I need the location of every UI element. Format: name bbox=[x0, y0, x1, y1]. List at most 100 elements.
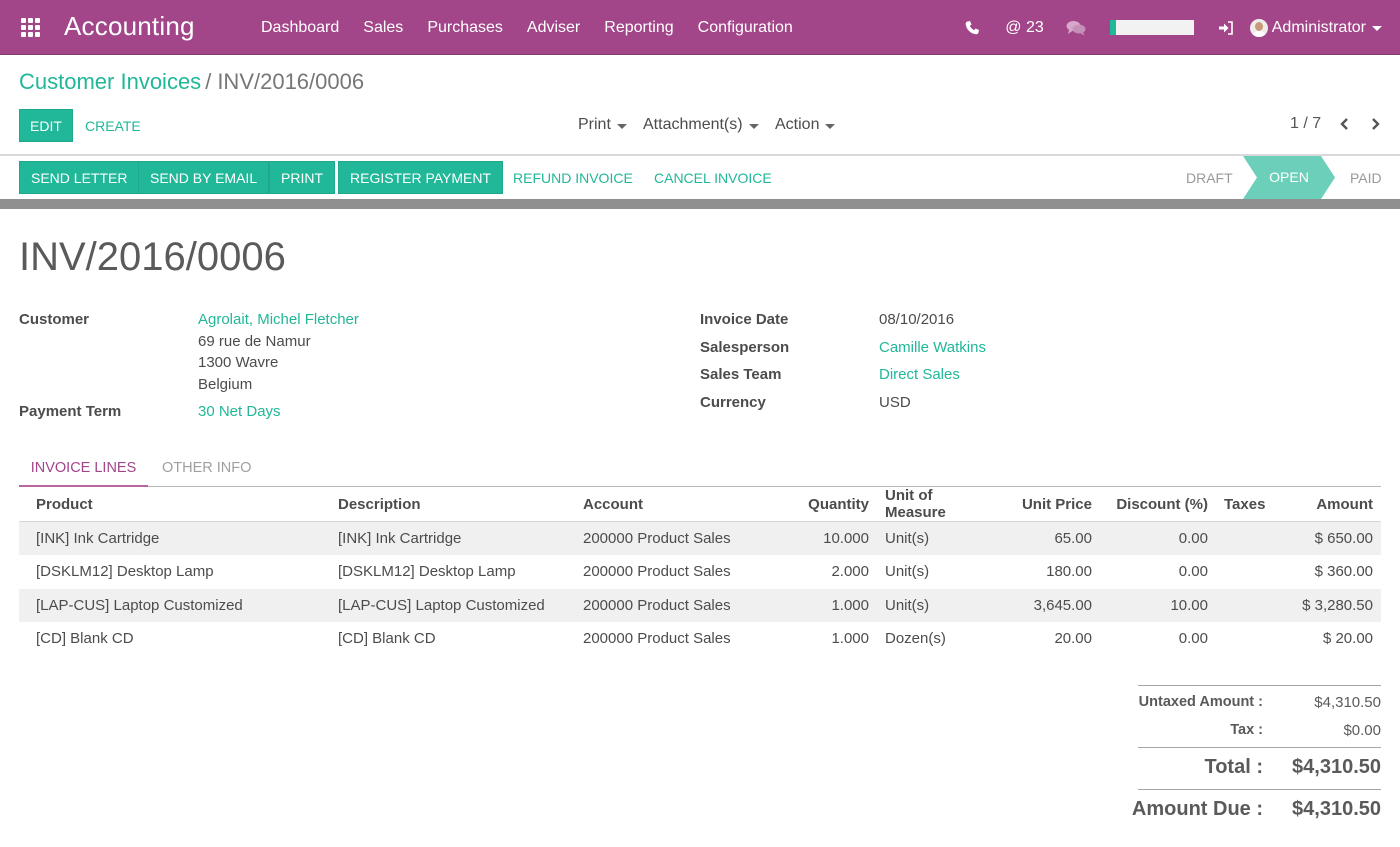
print-button[interactable]: Print bbox=[269, 161, 335, 194]
action-dropdown[interactable]: Action bbox=[775, 116, 836, 134]
column-header-description[interactable]: Description bbox=[330, 487, 575, 522]
table-row[interactable]: [CD] Blank CD [CD] Blank CD 200000 Produ… bbox=[19, 622, 1381, 656]
status-open: Open bbox=[1243, 156, 1335, 199]
status-open-label: Open bbox=[1269, 169, 1309, 185]
cell-unit-of-measure: Unit(s) bbox=[885, 530, 930, 547]
invoice-date-value: 08/10/2016 bbox=[879, 311, 955, 328]
column-header-amount[interactable]: Amount bbox=[1288, 487, 1381, 522]
column-header-account[interactable]: Account bbox=[575, 487, 775, 522]
phone-button[interactable] bbox=[964, 20, 1005, 36]
apps-menu-icon[interactable] bbox=[21, 18, 40, 37]
attachments-dropdown[interactable]: Attachment(s) bbox=[643, 116, 759, 134]
pager-value[interactable]: 1 / 7 bbox=[1290, 115, 1321, 133]
payment-term-link[interactable]: 30 Net Days bbox=[198, 403, 281, 420]
tab-invoice-lines[interactable]: Invoice Lines bbox=[19, 460, 148, 487]
chat-icon bbox=[1066, 20, 1086, 35]
create-button[interactable]: Create bbox=[85, 109, 141, 142]
sales-team-link[interactable]: Direct Sales bbox=[879, 366, 960, 383]
login-button[interactable] bbox=[1218, 20, 1250, 36]
chevron-down-icon bbox=[1372, 26, 1382, 31]
user-name: Administrator bbox=[1271, 18, 1366, 36]
cell-discount: 0.00 bbox=[1178, 530, 1208, 547]
cell-account: 200000 Product Sales bbox=[583, 530, 731, 547]
systray: @ 23 Administrator bbox=[964, 0, 1400, 55]
cell-product: [LAP-CUS] Laptop Customized bbox=[36, 596, 243, 614]
menu-reporting[interactable]: Reporting bbox=[592, 0, 685, 55]
breadcrumb-current: INV/2016/0006 bbox=[217, 69, 365, 94]
total-value: $4,310.50 bbox=[1292, 756, 1381, 778]
cell-amount: $ 20.00 bbox=[1322, 630, 1373, 648]
column-header-unit-of-measure[interactable]: Unit of Measure bbox=[877, 487, 1003, 522]
cell-quantity: 1.000 bbox=[831, 596, 869, 614]
table-row[interactable]: [INK] Ink Cartridge [INK] Ink Cartridge … bbox=[19, 521, 1381, 555]
send-letter-button[interactable]: Send Letter bbox=[19, 161, 140, 194]
chevron-left-icon bbox=[1340, 118, 1348, 130]
phone-icon bbox=[965, 20, 980, 34]
payment-term-label: Payment Term bbox=[19, 403, 122, 420]
mentions-counter[interactable]: @ 23 bbox=[1005, 19, 1043, 37]
table-header-row: Product Description Account Quantity Uni… bbox=[19, 487, 1381, 522]
salesperson-label: Salesperson bbox=[700, 339, 790, 356]
table-row[interactable]: [LAP-CUS] Laptop Customized [LAP-CUS] La… bbox=[19, 588, 1381, 622]
chat-button[interactable] bbox=[1066, 20, 1110, 36]
menu-sales[interactable]: Sales bbox=[351, 0, 415, 55]
status-paid[interactable]: Paid bbox=[1350, 156, 1382, 199]
cell-unit-of-measure: Dozen(s) bbox=[885, 630, 946, 648]
column-header-product[interactable]: Product bbox=[19, 487, 330, 522]
cell-account: 200000 Product Sales bbox=[583, 596, 731, 614]
cell-unit-price: 20.00 bbox=[1054, 630, 1092, 648]
sales-team-label: Sales Team bbox=[700, 366, 782, 383]
cell-quantity: 1.000 bbox=[831, 630, 869, 648]
cell-description: [DSKLM12] Desktop Lamp bbox=[338, 563, 516, 581]
cell-quantity: 10.000 bbox=[823, 530, 869, 547]
cell-product: [CD] Blank CD bbox=[36, 630, 134, 648]
totals-divider bbox=[1138, 685, 1381, 686]
edit-button[interactable]: Edit bbox=[19, 109, 73, 142]
cell-discount: 0.00 bbox=[1178, 630, 1208, 648]
table-row[interactable]: [DSKLM12] Desktop Lamp [DSKLM12] Desktop… bbox=[19, 555, 1381, 589]
status-draft[interactable]: Draft bbox=[1186, 156, 1233, 199]
main-menu: Dashboard Sales Purchases Adviser Report… bbox=[249, 0, 805, 55]
column-header-quantity[interactable]: Quantity bbox=[775, 487, 877, 522]
amount-due-value: $4,310.50 bbox=[1292, 798, 1381, 820]
chevron-right-icon bbox=[1372, 118, 1380, 130]
customer-label: Customer bbox=[19, 311, 90, 328]
invoice-number-title: INV/2016/0006 bbox=[19, 235, 286, 279]
amount-due-label: Amount Due : bbox=[1131, 798, 1263, 820]
cell-taxes bbox=[1216, 555, 1288, 589]
tab-other-info[interactable]: Other Info bbox=[162, 460, 251, 476]
column-header-discount[interactable]: Discount (%) bbox=[1100, 487, 1216, 522]
cell-taxes bbox=[1216, 622, 1288, 656]
notebook-tabs: Invoice Lines Other Info bbox=[19, 455, 1381, 487]
customer-address-line2: 1300 Wavre bbox=[198, 354, 279, 371]
refund-invoice-button[interactable]: Refund Invoice bbox=[502, 161, 644, 194]
customer-link[interactable]: Agrolait, Michel Fletcher bbox=[198, 311, 359, 328]
pager-next-button[interactable] bbox=[1368, 114, 1384, 134]
register-payment-button[interactable]: Register Payment bbox=[338, 161, 504, 194]
totals-divider bbox=[1138, 747, 1381, 748]
invoice-date-label: Invoice Date bbox=[700, 311, 789, 328]
cancel-invoice-button[interactable]: Cancel Invoice bbox=[643, 161, 783, 194]
print-dropdown-label: Print bbox=[578, 116, 611, 133]
column-header-taxes[interactable]: Taxes bbox=[1216, 487, 1288, 522]
untaxed-amount-value: $4,310.50 bbox=[1314, 694, 1381, 711]
invoice-lines-table: Product Description Account Quantity Uni… bbox=[19, 487, 1381, 656]
send-by-email-button[interactable]: Send by Email bbox=[138, 161, 270, 194]
cell-unit-price: 65.00 bbox=[1054, 530, 1092, 547]
cell-description: [CD] Blank CD bbox=[338, 630, 436, 648]
user-menu[interactable]: Administrator bbox=[1249, 18, 1400, 37]
salesperson-link[interactable]: Camille Watkins bbox=[879, 339, 986, 356]
menu-configuration[interactable]: Configuration bbox=[686, 0, 805, 55]
cell-product: [DSKLM12] Desktop Lamp bbox=[36, 563, 214, 581]
pager-previous-button[interactable] bbox=[1336, 114, 1352, 134]
menu-dashboard[interactable]: Dashboard bbox=[249, 0, 351, 55]
menu-purchases[interactable]: Purchases bbox=[415, 0, 515, 55]
column-header-unit-price[interactable]: Unit Price bbox=[1003, 487, 1100, 522]
cell-account: 200000 Product Sales bbox=[583, 630, 731, 648]
cell-discount: 10.00 bbox=[1170, 596, 1208, 614]
breadcrumb: Customer Invoices / INV/2016/0006 bbox=[19, 69, 364, 95]
breadcrumb-parent[interactable]: Customer Invoices bbox=[19, 69, 201, 94]
menu-adviser[interactable]: Adviser bbox=[515, 0, 592, 55]
totals-divider bbox=[1138, 789, 1381, 790]
print-dropdown[interactable]: Print bbox=[578, 116, 627, 134]
